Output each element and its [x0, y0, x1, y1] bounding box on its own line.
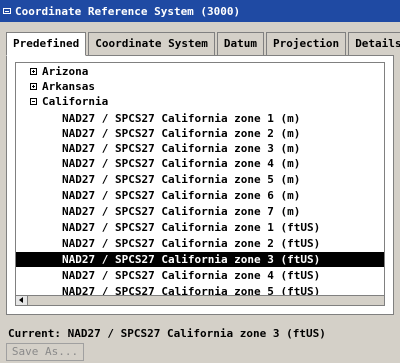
tab-datum[interactable]: Datum [216, 32, 264, 56]
tree-item-label: Arizona [42, 65, 89, 78]
crs-list-item[interactable]: NAD27 / SPCS27 California zone 6 (m) [16, 188, 384, 203]
tab-details[interactable]: Details [348, 32, 400, 56]
horizontal-scrollbar[interactable] [15, 295, 385, 306]
crs-list-item[interactable]: NAD27 / SPCS27 California zone 3 (m) [16, 141, 384, 156]
tree-item-label: Arkansas [42, 80, 95, 93]
current-crs-status: Current: NAD27 / SPCS27 California zone … [8, 327, 326, 340]
crs-list-item[interactable]: NAD27 / SPCS27 California zone 2 (ftUS) [16, 236, 384, 251]
crs-list-item[interactable]: NAD27 / SPCS27 California zone 4 (m) [16, 156, 384, 171]
tree-item-arkansas[interactable]: Arkansas [16, 79, 384, 94]
tab-coordinate-system[interactable]: Coordinate System [88, 32, 215, 56]
crs-list-item[interactable]: NAD27 / SPCS27 California zone 4 (ftUS) [16, 268, 384, 283]
crs-list-item[interactable]: NAD27 / SPCS27 California zone 1 (ftUS) [16, 220, 384, 235]
crs-list-item[interactable]: NAD27 / SPCS27 California zone 1 (m) [16, 111, 384, 126]
predefined-panel: Arizona Arkansas California NAD27 / SPCS… [6, 55, 394, 315]
tab-bar: Predefined Coordinate System Datum Proje… [6, 31, 400, 56]
window-menu-icon[interactable] [3, 8, 11, 14]
title-bar[interactable]: Coordinate Reference System (3000) [0, 0, 400, 22]
crs-list-item[interactable]: NAD27 / SPCS27 California zone 5 (m) [16, 172, 384, 187]
window-title: Coordinate Reference System (3000) [15, 4, 241, 18]
tab-predefined[interactable]: Predefined [6, 32, 87, 56]
crs-tree[interactable]: Arizona Arkansas California NAD27 / SPCS… [15, 62, 385, 296]
collapse-icon[interactable] [30, 98, 37, 105]
expand-icon[interactable] [30, 68, 37, 75]
scroll-left-arrow-icon[interactable] [16, 296, 28, 305]
crs-list-item[interactable]: NAD27 / SPCS27 California zone 2 (m) [16, 126, 384, 141]
save-as-button[interactable]: Save As... [6, 343, 84, 361]
tree-item-label: California [42, 95, 109, 108]
tree-item-california[interactable]: California [16, 94, 384, 109]
tab-projection[interactable]: Projection [265, 32, 347, 56]
crs-list-item[interactable]: NAD27 / SPCS27 California zone 7 (m) [16, 204, 384, 219]
crs-list-item-selected[interactable]: NAD27 / SPCS27 California zone 3 (ftUS) [16, 252, 384, 267]
expand-icon[interactable] [30, 83, 37, 90]
tree-item-arizona[interactable]: Arizona [16, 64, 384, 79]
